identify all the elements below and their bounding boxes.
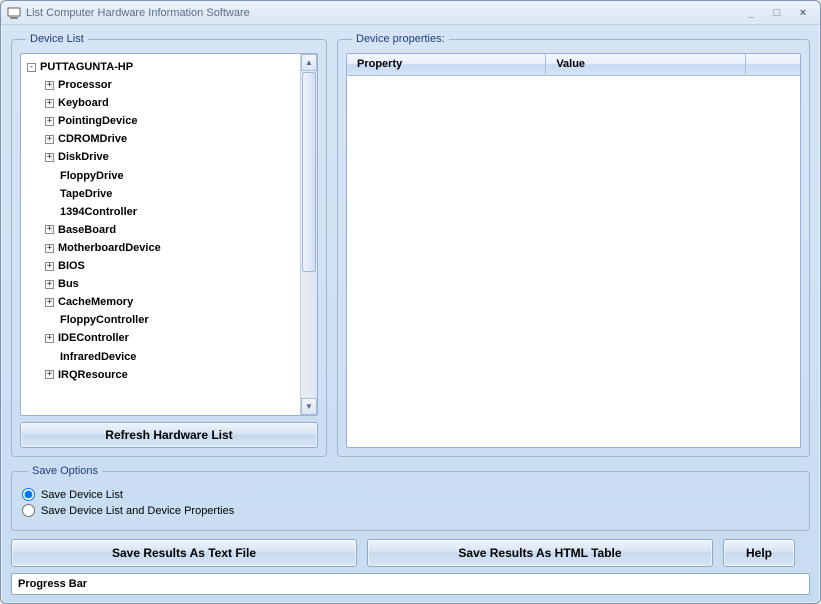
tree-item[interactable]: + PointingDevice bbox=[45, 112, 317, 130]
tree-spacer bbox=[45, 314, 56, 323]
expand-icon[interactable]: + bbox=[45, 135, 54, 144]
scroll-thumb[interactable] bbox=[302, 72, 316, 272]
tree-item[interactable]: + BaseBoard bbox=[45, 221, 317, 239]
tree-item-label: Processor bbox=[58, 79, 112, 91]
tree-item-label: FloppyController bbox=[60, 314, 149, 326]
tree-item-label: TapeDrive bbox=[60, 188, 112, 200]
tree-item[interactable]: + Processor bbox=[45, 76, 317, 94]
tree-spacer bbox=[45, 188, 56, 197]
tree-item[interactable]: FloppyDrive bbox=[45, 167, 317, 185]
tree-item-label: Keyboard bbox=[58, 97, 109, 109]
refresh-button[interactable]: Refresh Hardware List bbox=[20, 422, 318, 448]
tree-item-label: IRQResource bbox=[58, 369, 128, 381]
tree-item[interactable]: 1394Controller bbox=[45, 203, 317, 221]
expand-icon[interactable]: + bbox=[45, 117, 54, 126]
maximize-button[interactable]: □ bbox=[766, 4, 788, 22]
content-area: Device List -PUTTAGUNTA-HP + Processor + Key… bbox=[1, 25, 820, 603]
device-list-legend: Device List bbox=[26, 33, 88, 45]
tree-root-label: PUTTAGUNTA-HP bbox=[40, 61, 133, 73]
tree-root[interactable]: -PUTTAGUNTA-HP bbox=[27, 58, 317, 76]
radio-save-list-label: Save Device List bbox=[41, 489, 123, 501]
column-spacer bbox=[746, 54, 800, 76]
save-text-button[interactable]: Save Results As Text File bbox=[11, 539, 357, 567]
tree-item-label: PointingDevice bbox=[58, 115, 137, 127]
expand-icon[interactable]: + bbox=[45, 99, 54, 108]
tree-item-label: IDEController bbox=[58, 333, 129, 345]
progress-label: Progress Bar bbox=[18, 578, 87, 590]
tree-item[interactable]: + IRQResource bbox=[45, 366, 317, 384]
tree-item[interactable]: + Bus bbox=[45, 275, 317, 293]
tree-item[interactable]: + CDROMDrive bbox=[45, 130, 317, 148]
app-icon bbox=[7, 6, 21, 20]
column-property[interactable]: Property bbox=[347, 54, 546, 76]
help-button[interactable]: Help bbox=[723, 539, 795, 567]
column-value[interactable]: Value bbox=[546, 54, 745, 76]
expand-icon[interactable]: + bbox=[45, 370, 54, 379]
top-row: Device List -PUTTAGUNTA-HP + Processor + Key… bbox=[11, 33, 810, 457]
properties-legend: Device properties: bbox=[352, 33, 449, 45]
radio-save-list-props-label: Save Device List and Device Properties bbox=[41, 505, 234, 517]
device-list-group: Device List -PUTTAGUNTA-HP + Processor + Key… bbox=[11, 33, 327, 457]
tree-item[interactable]: + DiskDrive bbox=[45, 148, 317, 166]
tree-item-label: MotherboardDevice bbox=[58, 242, 161, 254]
properties-table: Property Value bbox=[346, 53, 801, 448]
save-options-legend: Save Options bbox=[28, 465, 102, 477]
tree-item[interactable]: InfraredDevice bbox=[45, 348, 317, 366]
tree-item[interactable]: + BIOS bbox=[45, 257, 317, 275]
tree-item-label: InfraredDevice bbox=[60, 351, 136, 363]
tree-item-label: BIOS bbox=[58, 260, 85, 272]
tree-item-label: CacheMemory bbox=[58, 296, 133, 308]
expand-icon[interactable]: + bbox=[45, 244, 54, 253]
save-device-list-radio[interactable]: Save Device List bbox=[22, 488, 799, 501]
expand-icon[interactable]: + bbox=[45, 334, 54, 343]
tree-item-label: BaseBoard bbox=[58, 224, 116, 236]
tree-item-label: Bus bbox=[58, 278, 79, 290]
tree-item-label: 1394Controller bbox=[60, 206, 137, 218]
close-button[interactable]: × bbox=[792, 4, 814, 22]
tree-item-label: CDROMDrive bbox=[58, 133, 127, 145]
expand-icon[interactable]: + bbox=[45, 225, 54, 234]
bottom-button-row: Save Results As Text File Save Results A… bbox=[11, 539, 810, 567]
scroll-up-button[interactable]: ▲ bbox=[301, 54, 317, 71]
tree-spacer bbox=[45, 206, 56, 215]
save-device-list-and-props-radio[interactable]: Save Device List and Device Properties bbox=[22, 504, 799, 517]
tree-item[interactable]: TapeDrive bbox=[45, 185, 317, 203]
radio-save-list[interactable] bbox=[22, 488, 35, 501]
expand-icon[interactable]: + bbox=[45, 298, 54, 307]
collapse-icon[interactable]: - bbox=[27, 63, 36, 72]
table-header: Property Value bbox=[347, 54, 800, 76]
minimize-button[interactable]: _ bbox=[740, 4, 762, 22]
tree-item-label: DiskDrive bbox=[58, 152, 109, 164]
tree-scrollbar[interactable]: ▲ ▼ bbox=[300, 54, 317, 415]
window-title: List Computer Hardware Information Softw… bbox=[26, 7, 736, 19]
device-tree[interactable]: -PUTTAGUNTA-HP + Processor + Keyboard + Pointi… bbox=[21, 54, 317, 415]
tree-item[interactable]: + CacheMemory bbox=[45, 293, 317, 311]
tree-item[interactable]: + Keyboard bbox=[45, 94, 317, 112]
expand-icon[interactable]: + bbox=[45, 262, 54, 271]
tree-spacer bbox=[45, 170, 56, 179]
radio-save-list-props[interactable] bbox=[22, 504, 35, 517]
tree-item[interactable]: + MotherboardDevice bbox=[45, 239, 317, 257]
save-html-button[interactable]: Save Results As HTML Table bbox=[367, 539, 713, 567]
expand-icon[interactable]: + bbox=[45, 280, 54, 289]
tree-item-label: FloppyDrive bbox=[60, 170, 124, 182]
tree-item[interactable]: FloppyController bbox=[45, 311, 317, 329]
device-properties-group: Device properties: Property Value bbox=[337, 33, 810, 457]
title-bar: List Computer Hardware Information Softw… bbox=[1, 1, 820, 25]
progress-bar: Progress Bar bbox=[11, 573, 810, 595]
app-window: List Computer Hardware Information Softw… bbox=[0, 0, 821, 604]
tree-item[interactable]: + IDEController bbox=[45, 329, 317, 347]
expand-icon[interactable]: + bbox=[45, 81, 54, 90]
expand-icon[interactable]: + bbox=[45, 153, 54, 162]
scroll-down-button[interactable]: ▼ bbox=[301, 398, 317, 415]
tree-spacer bbox=[45, 351, 56, 360]
save-options-group: Save Options Save Device List Save Devic… bbox=[11, 465, 810, 531]
tree-container: -PUTTAGUNTA-HP + Processor + Keyboard + Pointi… bbox=[20, 53, 318, 416]
